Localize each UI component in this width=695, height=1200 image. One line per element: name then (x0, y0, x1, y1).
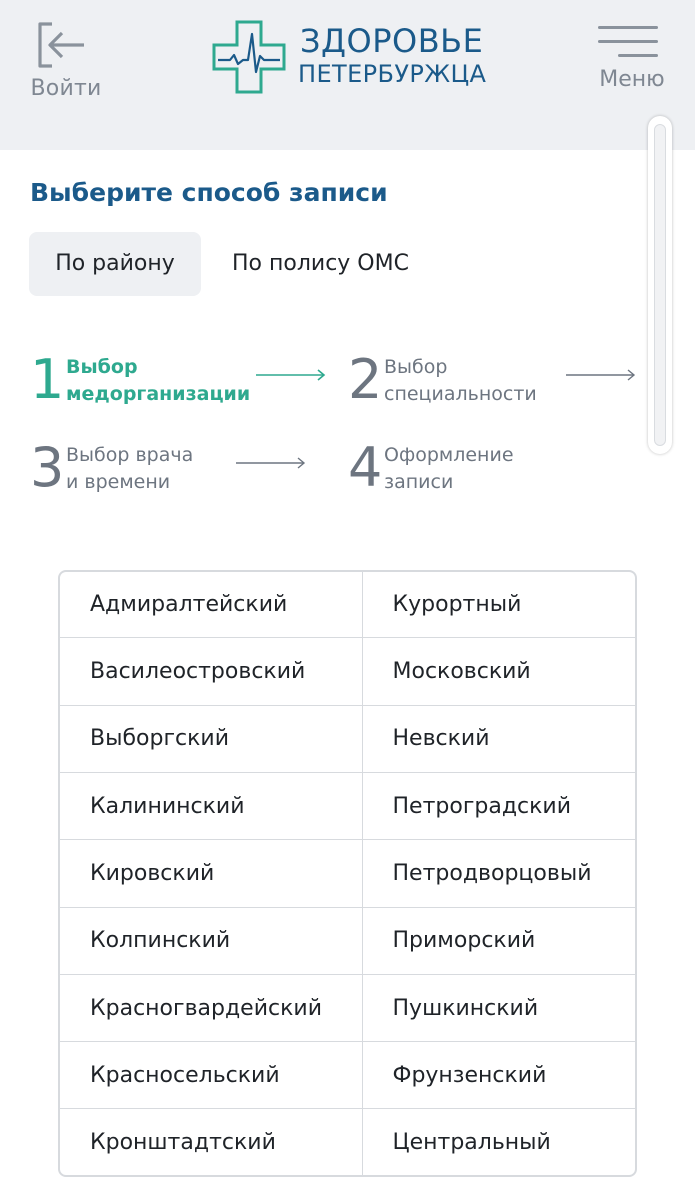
district-cell[interactable]: Петроградский (361, 772, 635, 841)
scrollbar-thumb[interactable] (654, 124, 666, 446)
tab-by-district[interactable]: По району (29, 232, 201, 296)
district-cell[interactable]: Адмиралтейский (60, 572, 363, 639)
table-row: Красносельский Фрунзенский (60, 1041, 635, 1110)
menu-label: Меню (599, 67, 665, 92)
site-logo[interactable]: ЗДОРОВЬЕ ПЕТЕРБУРЖЦА (212, 20, 502, 94)
login-arrow-icon (26, 20, 106, 70)
district-cell[interactable]: Невский (361, 704, 635, 774)
district-cell[interactable]: Фрунзенский (361, 1041, 635, 1110)
district-cell[interactable]: Калининский (60, 772, 363, 841)
district-cell[interactable]: Курортный (361, 572, 635, 639)
district-cell[interactable]: Василеостровский (60, 637, 363, 706)
table-row: Кронштадтский Центральный (60, 1108, 635, 1175)
step-label-line2: медорганизации (66, 383, 251, 405)
step-label-line1: Оформление (384, 444, 514, 466)
tab-by-oms-policy[interactable]: По полису ОМС (232, 232, 409, 296)
step-label-line1: Выбор (66, 356, 138, 378)
step-label-line2: специальности (384, 383, 537, 405)
table-row: Выборгский Невский (60, 704, 635, 774)
district-cell[interactable]: Колпинский (60, 906, 363, 975)
table-row: Адмиралтейский Курортный (60, 572, 635, 639)
top-bar: Войти ЗДОРОВЬЕ ПЕТЕРБУРЖЦА Меню (0, 0, 695, 150)
district-cell[interactable]: Кировский (60, 839, 363, 908)
step-label-line2: и времени (66, 471, 171, 493)
district-cell[interactable]: Красносельский (60, 1041, 363, 1110)
login-button[interactable]: Войти (26, 20, 106, 101)
step-number: 2 (348, 348, 383, 411)
step-label-line1: Выбор (384, 356, 448, 378)
district-list: Адмиралтейский Курортный Василеостровски… (58, 570, 637, 1177)
step-label-line1: Выбор врача (66, 444, 194, 466)
logo-line-1: ЗДОРОВЬЕ (300, 22, 484, 60)
right-arrow-icon (236, 457, 306, 469)
step-number: 3 (30, 436, 65, 499)
table-row: Кировский Петродворцовый (60, 839, 635, 908)
right-arrow-icon (256, 369, 326, 381)
menu-button[interactable]: Меню (592, 26, 672, 92)
district-cell[interactable]: Московский (361, 637, 635, 706)
logo-line-2: ПЕТЕРБУРЖЦА (298, 60, 487, 88)
table-row: Красногвардейский Пушкинский (60, 973, 635, 1043)
table-row: Василеостровский Московский (60, 637, 635, 706)
hamburger-menu-icon (592, 26, 672, 57)
district-cell[interactable]: Кронштадтский (60, 1108, 363, 1175)
district-cell[interactable]: Красногвардейский (60, 973, 363, 1043)
table-row: Калининский Петроградский (60, 772, 635, 841)
step-number: 4 (348, 436, 383, 499)
login-label: Войти (30, 76, 102, 101)
page-title: Выберите способ записи (30, 178, 388, 207)
district-cell[interactable]: Пушкинский (361, 973, 635, 1043)
scrollbar[interactable] (648, 116, 672, 454)
right-arrow-icon (566, 369, 636, 381)
table-row: Колпинский Приморский (60, 906, 635, 975)
step-number: 1 (30, 348, 65, 411)
district-cell[interactable]: Выборгский (60, 704, 363, 774)
district-cell[interactable]: Петродворцовый (361, 839, 635, 908)
step-label-line2: записи (384, 471, 454, 493)
district-table: Адмиралтейский Курортный Василеостровски… (60, 572, 635, 1175)
district-cell[interactable]: Приморский (361, 906, 635, 975)
district-cell[interactable]: Центральный (361, 1108, 635, 1175)
